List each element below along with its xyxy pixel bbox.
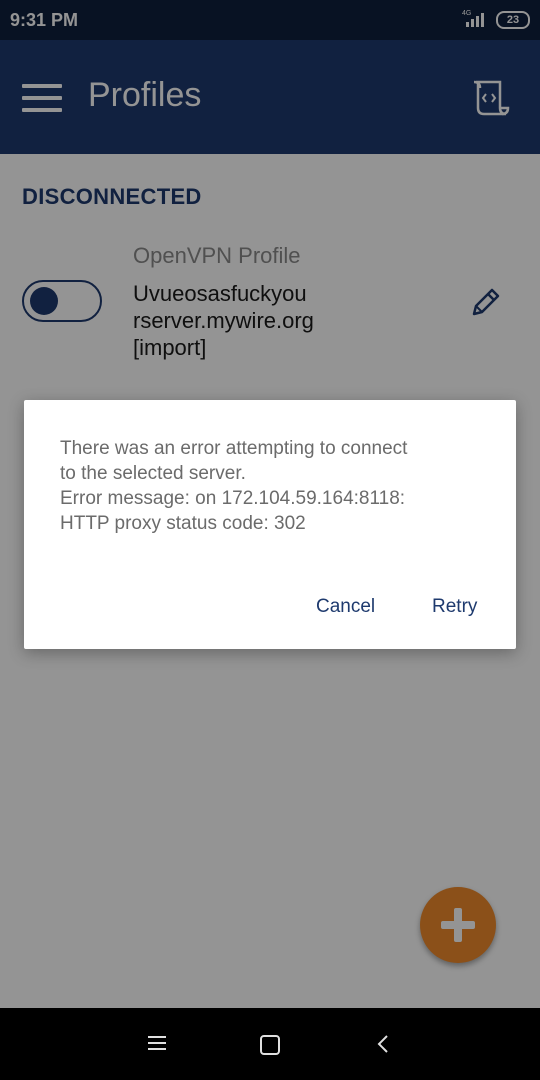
error-message-line: HTTP proxy status code: 302 bbox=[60, 513, 306, 534]
back-icon[interactable] bbox=[376, 1034, 390, 1054]
retry-button[interactable]: Retry bbox=[432, 596, 477, 618]
error-message-line: Error message: on 172.104.59.164:8118: bbox=[60, 488, 406, 509]
cancel-button[interactable]: Cancel bbox=[316, 596, 375, 618]
recent-apps-icon[interactable] bbox=[148, 1036, 166, 1050]
error-message-line: to the selected server. bbox=[60, 463, 246, 484]
system-nav-bar bbox=[0, 1008, 540, 1080]
error-message: There was an error attempting to connect… bbox=[60, 436, 490, 536]
error-message-line: There was an error attempting to connect bbox=[60, 438, 408, 459]
error-dialog: There was an error attempting to connect… bbox=[24, 400, 516, 649]
home-icon[interactable] bbox=[260, 1035, 280, 1055]
